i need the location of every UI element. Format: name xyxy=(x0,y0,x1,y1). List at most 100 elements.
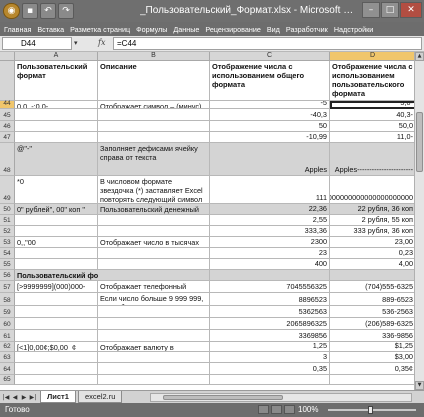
cell-b52[interactable] xyxy=(98,226,210,237)
cell-b57[interactable]: Отображает телефонный номер с и без кода… xyxy=(98,281,210,293)
cell-d63[interactable]: $3,00 xyxy=(330,352,414,363)
cell-c46[interactable]: 50 xyxy=(210,121,330,132)
close-icon[interactable]: ✕ xyxy=(400,2,422,18)
cell-d50[interactable]: 22 рубля, 36 коп xyxy=(330,204,414,215)
office-button[interactable]: ◉ xyxy=(3,3,20,19)
cell-d60[interactable]: (206)589-6325 xyxy=(330,318,414,330)
cell-d53[interactable]: 23,00 xyxy=(330,237,414,248)
tab-data[interactable]: Данные xyxy=(173,25,199,34)
prev-sheet-icon[interactable]: ◀ xyxy=(11,393,19,402)
cell-a58[interactable] xyxy=(15,293,98,306)
cell-c64[interactable]: 0,35 xyxy=(210,363,330,375)
spreadsheet-grid[interactable]: A B C D Пользовательский формат Описание Отобр… xyxy=(0,52,414,390)
cell-a56[interactable]: Пользовательский формат с форматирование… xyxy=(15,270,237,281)
cell-b49[interactable]: В числовом формате звездочка (*) заставл… xyxy=(98,176,210,204)
cell-d57[interactable]: (704)555-6325 xyxy=(330,281,414,293)
next-sheet-icon[interactable]: ▶ xyxy=(20,393,28,402)
tab-view[interactable]: Вид xyxy=(267,25,280,34)
row-header[interactable]: 46 xyxy=(0,121,15,132)
cell-b56[interactable] xyxy=(98,270,210,281)
column-header-c[interactable]: C xyxy=(210,52,330,61)
cell-dheader[interactable]: Отображение числа с использованием польз… xyxy=(330,61,414,101)
cell-a63[interactable] xyxy=(15,352,98,363)
cell-b55[interactable] xyxy=(98,259,210,270)
cell-a47[interactable] xyxy=(15,132,98,143)
cell-d46[interactable]: 50,0 xyxy=(330,121,414,132)
cell-d49[interactable]: 0000000000000000000000 xyxy=(330,176,414,204)
cell-cheader[interactable]: Отображение числа с использованием общег… xyxy=(210,61,330,101)
cell-c51[interactable]: 2,55 xyxy=(210,215,330,226)
name-box-dropdown-icon[interactable]: ▾ xyxy=(74,39,78,47)
cell-b46[interactable] xyxy=(98,121,210,132)
cell-c47[interactable]: -10,99 xyxy=(210,132,330,143)
cell-c65[interactable] xyxy=(210,375,330,385)
cell-aheader[interactable]: Пользовательский формат xyxy=(15,61,98,101)
cell-a48[interactable]: @"-" xyxy=(15,143,98,176)
row-header[interactable]: 64 xyxy=(0,363,15,375)
cell-d45[interactable]: 40,3- xyxy=(330,109,414,121)
row-header[interactable]: 57 xyxy=(0,281,15,293)
cell-d52[interactable]: 333 рубля, 36 коп xyxy=(330,226,414,237)
cell-c53[interactable]: 2300 xyxy=(210,237,330,248)
cell-d64[interactable]: 0,35¢ xyxy=(330,363,414,375)
tab-addins[interactable]: Надстройки xyxy=(334,25,373,34)
tab-page-layout[interactable]: Разметка страниц xyxy=(70,25,130,34)
row-header[interactable]: 47 xyxy=(0,132,15,143)
cell-c55[interactable]: 400 xyxy=(210,259,330,270)
cell-d48[interactable]: Apples----------------------- xyxy=(330,143,414,176)
cell-c63[interactable]: 3 xyxy=(210,352,330,363)
row-header[interactable]: 51 xyxy=(0,215,15,226)
row-header[interactable]: 55 xyxy=(0,259,15,270)
sheet-tab-list1[interactable]: Лист1 xyxy=(40,391,76,403)
fx-icon[interactable]: fx xyxy=(98,38,105,47)
cell-c62[interactable]: 1,25 xyxy=(210,342,330,352)
row-header[interactable] xyxy=(0,61,15,101)
cell-a57[interactable]: [>9999999](000)000-0000;000-0000 xyxy=(15,281,98,293)
cell-c58[interactable]: 8896523 xyxy=(210,293,330,306)
cell-c56[interactable] xyxy=(210,270,330,281)
cell-b59[interactable] xyxy=(98,306,210,318)
cell-c49[interactable]: 111 xyxy=(210,176,330,204)
cell-d47[interactable]: 11,0- xyxy=(330,132,414,143)
cell-d44[interactable]: 5,0- xyxy=(330,101,414,109)
save-icon[interactable]: ▪ xyxy=(22,3,38,19)
scroll-up-icon[interactable]: ▲ xyxy=(415,52,424,61)
cell-b63[interactable] xyxy=(98,352,210,363)
row-header[interactable]: 61 xyxy=(0,330,15,342)
horizontal-scroll-thumb[interactable] xyxy=(163,395,283,400)
cell-c61[interactable]: 3369856 xyxy=(210,330,330,342)
cell-b61[interactable] xyxy=(98,330,210,342)
cell-a44[interactable]: 0,0_-;0,0- xyxy=(15,101,98,109)
row-header[interactable]: 58 xyxy=(0,293,15,306)
cell-b60[interactable] xyxy=(98,318,210,330)
page-layout-view-icon[interactable] xyxy=(271,405,282,414)
normal-view-icon[interactable] xyxy=(258,405,269,414)
cell-a50[interactable]: 0" рублей", 00" коп " xyxy=(15,204,98,215)
tab-developer[interactable]: Разработчик xyxy=(286,25,328,34)
row-header[interactable]: 65 xyxy=(0,375,15,385)
cell-c50[interactable]: 22,36 xyxy=(210,204,330,215)
cell-d55[interactable]: 4,00 xyxy=(330,259,414,270)
cell-a54[interactable] xyxy=(15,248,98,259)
cell-c60[interactable]: 2065896325 xyxy=(210,318,330,330)
cell-b45[interactable] xyxy=(98,109,210,121)
cell-d58[interactable]: 889-6523 xyxy=(330,293,414,306)
row-header[interactable]: 44 xyxy=(0,100,15,109)
tab-home[interactable]: Главная xyxy=(4,25,31,34)
row-header[interactable]: 45 xyxy=(0,109,15,121)
undo-icon[interactable]: ↶ xyxy=(40,3,56,19)
cell-c57[interactable]: 7045556325 xyxy=(210,281,330,293)
row-header[interactable]: 50 xyxy=(0,204,15,215)
cell-b50[interactable]: Пользовательский денежный формат xyxy=(98,204,210,215)
tab-insert[interactable]: Вставка xyxy=(37,25,64,34)
maximize-icon[interactable]: □ xyxy=(381,2,399,18)
select-all-corner[interactable] xyxy=(0,52,15,61)
cell-d61[interactable]: 336-9856 xyxy=(330,330,414,342)
horizontal-scrollbar[interactable] xyxy=(150,393,412,402)
cell-c59[interactable]: 5362563 xyxy=(210,306,330,318)
cell-a60[interactable] xyxy=(15,318,98,330)
cell-a59[interactable] xyxy=(15,306,98,318)
vertical-scroll-thumb[interactable] xyxy=(416,112,423,172)
cell-a53[interactable]: 0,,"00 xyxy=(15,237,98,248)
cell-a64[interactable] xyxy=(15,363,98,375)
